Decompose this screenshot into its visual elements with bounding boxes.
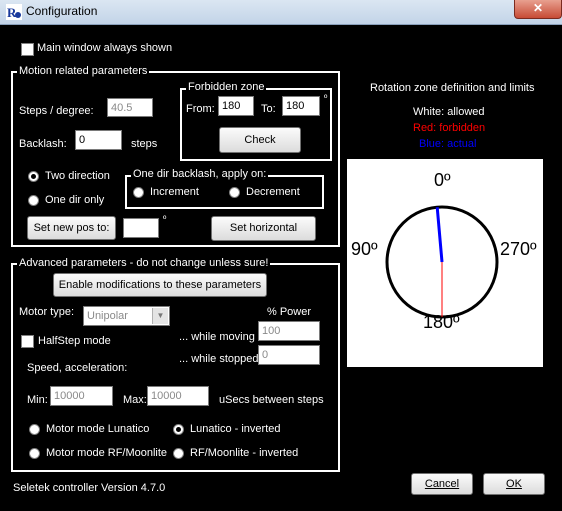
forbidden-to-field[interactable] [282, 96, 320, 116]
red-legend: Red: forbidden [413, 122, 486, 134]
white-legend: White: allowed [413, 106, 485, 118]
set-horizontal-button[interactable]: Set horizontal [211, 216, 316, 241]
backlash-unit-label: steps [131, 138, 158, 150]
forbidden-from-field[interactable] [218, 96, 254, 116]
chevron-down-icon[interactable]: ▼ [152, 308, 168, 324]
max-label: Max: [123, 394, 147, 406]
label-270-deg: 270º [500, 239, 537, 259]
while-stopped-field[interactable] [258, 345, 320, 365]
steps-per-degree-label: Steps / degree: [19, 105, 94, 117]
motor-mode-rf-moonlite-label: Motor mode RF/Moonlite [46, 447, 168, 459]
forbidden-to-label: To: [261, 103, 276, 115]
motor-mode-rf-moonlite-radio[interactable] [29, 448, 40, 459]
motor-type-select[interactable]: Unipolar ▼ [83, 306, 170, 326]
halfstep-label: HalfStep mode [38, 335, 111, 347]
svg-text:R: R [7, 5, 17, 20]
set-new-pos-button[interactable]: Set new pos to: [27, 216, 116, 240]
new-pos-degree-mark: º [163, 214, 167, 224]
label-180-deg: 180º [423, 312, 460, 332]
min-label: Min: [27, 394, 48, 406]
cancel-button[interactable]: Cancel [411, 473, 473, 495]
actual-position-needle [435, 207, 444, 263]
new-pos-field[interactable] [123, 218, 159, 238]
increment-radio[interactable] [133, 187, 144, 198]
forbidden-from-label: From: [186, 103, 215, 115]
one-dir-only-label: One dir only [45, 194, 105, 206]
speed-acceleration-label: Speed, acceleration: [27, 362, 128, 374]
enable-modifications-button[interactable]: Enable modifications to these parameters [53, 273, 267, 297]
close-icon: ✕ [532, 1, 544, 15]
window-title: Configuration [26, 4, 98, 18]
decrement-label: Decrement [246, 186, 300, 198]
rotation-title: Rotation zone definition and limits [370, 82, 535, 94]
while-moving-label: ... while moving [179, 331, 255, 343]
blue-legend: Blue: actual [419, 138, 477, 150]
while-stopped-label: ... while stopped [179, 353, 259, 365]
min-speed-field[interactable] [50, 386, 113, 406]
title-bar: R Configuration ✕ [0, 0, 562, 25]
power-header: % Power [267, 306, 312, 318]
forbidden-degree-mark: º [324, 93, 328, 103]
version-label: Seletek controller Version 4.7.0 [13, 482, 166, 494]
ok-button[interactable]: OK [483, 473, 545, 495]
motor-type-label: Motor type: [19, 306, 75, 318]
usecs-label: uSecs between steps [219, 394, 324, 406]
forbidden-zone-group-label: Forbidden zone [186, 81, 267, 93]
halfstep-checkbox[interactable] [21, 335, 34, 348]
check-button[interactable]: Check [219, 127, 301, 153]
rf-moonlite-inverted-radio[interactable] [173, 448, 184, 459]
backlash-label: Backlash: [19, 138, 67, 150]
rf-moonlite-inverted-label: RF/Moonlite - inverted [190, 447, 299, 459]
app-icon: R [6, 4, 22, 20]
two-direction-label: Two direction [45, 170, 110, 182]
label-0-deg: 0º [434, 170, 451, 190]
rotation-dial-panel: 0º 90º 270º 180º [347, 159, 543, 367]
main-window-always-shown-checkbox[interactable] [21, 43, 34, 56]
decrement-radio[interactable] [229, 187, 240, 198]
one-dir-only-radio[interactable] [28, 195, 39, 206]
motor-mode-lunatico-radio[interactable] [29, 424, 40, 435]
advanced-parameters-group-label: Advanced parameters - do not change unle… [17, 257, 271, 269]
max-speed-field[interactable] [147, 386, 209, 406]
increment-label: Increment [150, 186, 199, 198]
motor-mode-lunatico-label: Motor mode Lunatico [46, 423, 150, 435]
one-dir-backlash-group-label: One dir backlash, apply on: [131, 168, 269, 180]
close-button[interactable]: ✕ [514, 0, 562, 19]
lunatico-inverted-label: Lunatico - inverted [190, 423, 281, 435]
backlash-field[interactable] [75, 130, 122, 150]
lunatico-inverted-radio[interactable] [173, 424, 184, 435]
while-moving-field[interactable] [258, 321, 320, 341]
steps-per-degree-field[interactable] [107, 98, 153, 117]
main-window-always-shown-label: Main window always shown [37, 42, 173, 54]
label-90-deg: 90º [351, 239, 378, 259]
motion-parameters-group-label: Motion related parameters [17, 65, 150, 77]
two-direction-radio[interactable] [28, 171, 39, 182]
motor-type-value: Unipolar [87, 310, 128, 322]
